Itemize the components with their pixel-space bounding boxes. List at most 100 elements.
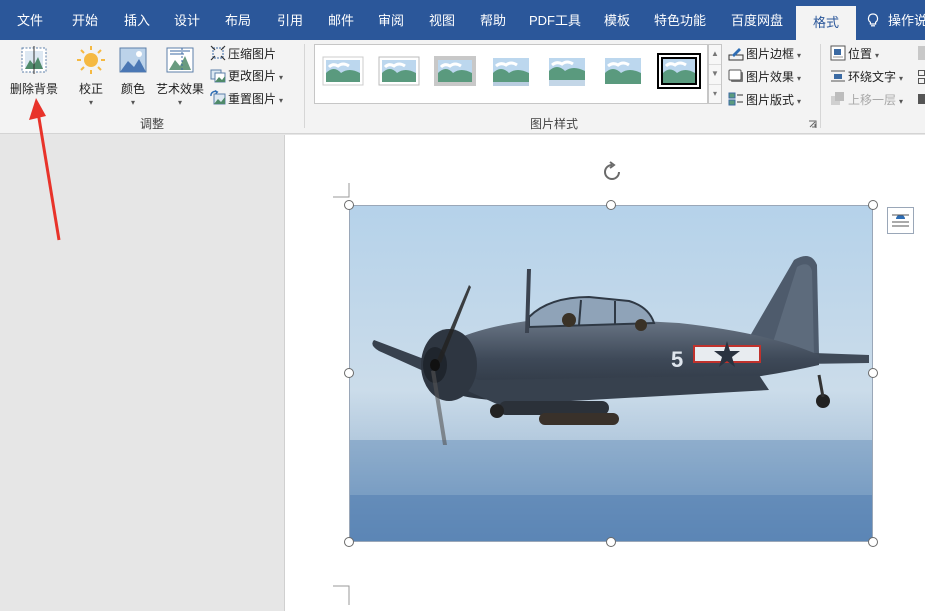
tab-home[interactable]: 开始 — [58, 0, 112, 40]
tab-baidu-netdisk[interactable]: 百度网盘 — [718, 0, 796, 40]
resize-handle-top[interactable] — [606, 200, 616, 210]
change-picture-icon — [210, 69, 226, 83]
annotation-arrow-icon — [29, 98, 61, 241]
picture-color-icon — [119, 47, 147, 73]
chevron-down-icon: ▾ — [899, 97, 904, 106]
picture-style-thumb[interactable] — [377, 53, 421, 89]
sun-icon — [77, 46, 105, 74]
tab-format[interactable]: 格式 — [796, 6, 856, 40]
chevron-down-icon: ▾ — [875, 51, 880, 60]
chevron-down-icon: ▾ — [797, 74, 802, 83]
ribbon-tab-bar: 文件 开始 插入 设计 布局 引用 邮件 审阅 视图 帮助 PDF工具 模板 特… — [0, 0, 925, 40]
chevron-up-icon[interactable]: ▲ — [709, 45, 721, 65]
picture-style-thumb[interactable] — [545, 53, 589, 89]
rotate-objects-icon[interactable] — [918, 92, 925, 106]
reset-picture-button[interactable]: 重置图片 ▾ — [210, 89, 283, 109]
reset-picture-icon — [210, 90, 226, 105]
tab-layout[interactable]: 布局 — [212, 0, 264, 40]
align-icon[interactable] — [918, 46, 925, 60]
tab-design[interactable]: 设计 — [162, 0, 212, 40]
wrap-text-icon — [831, 70, 845, 82]
tab-help[interactable]: 帮助 — [468, 0, 518, 40]
resize-handle-bottom[interactable] — [606, 537, 616, 547]
tab-file[interactable]: 文件 — [2, 0, 58, 40]
resize-handle-top-right[interactable] — [868, 200, 878, 210]
remove-background-icon — [21, 46, 47, 74]
resize-handle-bottom-left[interactable] — [344, 537, 354, 547]
page-corner-mark — [333, 585, 350, 605]
color-button[interactable]: 颜色 ▾ — [114, 44, 152, 110]
picture-styles-group-label: 图片样式 — [529, 117, 578, 131]
chevron-down-icon: ▾ — [899, 74, 904, 83]
tab-insert[interactable]: 插入 — [112, 0, 162, 40]
reset-picture-label: 重置图片 — [228, 92, 277, 106]
group-divider — [304, 44, 305, 128]
chevron-down-icon: ▾ — [88, 98, 93, 107]
corrections-button[interactable]: 校正 ▾ — [70, 44, 112, 110]
word-window: 文件 开始 插入 设计 布局 引用 邮件 审阅 视图 帮助 PDF工具 模板 特… — [0, 0, 925, 611]
pen-border-icon — [728, 48, 744, 61]
dialog-launcher-icon[interactable] — [808, 120, 817, 129]
layout-options-icon[interactable] — [887, 207, 914, 234]
change-picture-button[interactable]: 更改图片 ▾ — [210, 66, 283, 86]
artistic-effects-label: 艺术效果 — [155, 82, 204, 96]
wrap-text-label: 环绕文字 — [848, 70, 897, 84]
compress-pictures-button[interactable]: 压缩图片 — [210, 44, 276, 64]
artistic-effects-button[interactable]: 艺术效果 ▾ — [154, 44, 206, 110]
compress-pictures-label: 压缩图片 — [228, 47, 277, 61]
corrections-label: 校正 — [78, 82, 103, 96]
wrap-text-button[interactable]: 环绕文字 ▾ — [830, 67, 903, 87]
picture-style-thumb[interactable] — [489, 53, 533, 89]
picture-border-label: 图片边框 — [746, 47, 795, 61]
chevron-down-icon: ▾ — [130, 98, 135, 107]
position-icon — [830, 45, 846, 61]
resize-handle-right[interactable] — [868, 368, 878, 378]
picture-layout-icon — [728, 92, 743, 106]
artistic-effects-icon — [166, 47, 194, 73]
gallery-expand-icon[interactable]: ▾ — [709, 85, 721, 105]
resize-handle-bottom-right[interactable] — [868, 537, 878, 547]
group-divider — [820, 44, 821, 128]
tab-special-features[interactable]: 特色功能 — [642, 0, 718, 40]
picture-border-button[interactable]: 图片边框 ▾ — [728, 44, 801, 64]
chevron-down-icon: ▾ — [279, 73, 284, 82]
bring-forward-label: 上移一层 — [848, 93, 897, 107]
picture-effects-label: 图片效果 — [746, 70, 795, 84]
rotate-handle-icon[interactable] — [600, 160, 624, 184]
adjust-group-label: 调整 — [139, 117, 164, 131]
position-label: 位置 — [848, 47, 873, 61]
picture-style-thumb[interactable] — [433, 53, 477, 89]
chevron-down-icon: ▾ — [177, 98, 182, 107]
picture-style-thumb[interactable] — [321, 53, 365, 89]
resize-handle-top-left[interactable] — [344, 200, 354, 210]
picture-style-thumb[interactable] — [601, 53, 645, 89]
gallery-scrollbar[interactable]: ▲ ▼ ▾ — [708, 44, 722, 104]
picture-style-thumb-selected[interactable] — [657, 53, 701, 89]
picture-layout-button[interactable]: 图片版式 ▾ — [728, 90, 801, 110]
chevron-down-icon: ▾ — [797, 51, 802, 60]
lightbulb-icon — [867, 13, 879, 27]
tab-tell-me-label: 操作说 — [888, 13, 925, 28]
tab-templates[interactable]: 模板 — [592, 0, 642, 40]
tab-review[interactable]: 审阅 — [366, 0, 416, 40]
group-objects-icon[interactable] — [918, 70, 925, 84]
tab-view[interactable]: 视图 — [416, 0, 468, 40]
selection-border — [349, 205, 873, 542]
bring-forward-button[interactable]: 上移一层 ▾ — [830, 90, 903, 110]
picture-styles-gallery[interactable] — [314, 44, 708, 104]
change-picture-label: 更改图片 — [228, 69, 277, 83]
compress-icon — [210, 45, 226, 61]
resize-handle-left[interactable] — [344, 368, 354, 378]
position-button[interactable]: 位置 ▾ — [830, 44, 879, 64]
tab-mailings[interactable]: 邮件 — [316, 0, 366, 40]
tab-pdf-tools[interactable]: PDF工具 — [518, 0, 592, 40]
bring-forward-icon — [831, 92, 844, 105]
picture-effects-icon — [728, 69, 743, 82]
picture-effects-button[interactable]: 图片效果 ▾ — [728, 67, 801, 87]
ribbon: 删除背景 校正 ▾ 颜色 ▾ 艺术效果 ▾ 压缩图片 更改图片 ▾ 重置图片 ▾… — [0, 40, 925, 134]
picture-layout-label: 图片版式 — [746, 93, 795, 107]
chevron-down-icon[interactable]: ▼ — [709, 65, 721, 85]
tab-tell-me[interactable]: 操作说 — [866, 0, 925, 40]
tab-references[interactable]: 引用 — [264, 0, 316, 40]
color-label: 颜色 — [120, 82, 145, 96]
